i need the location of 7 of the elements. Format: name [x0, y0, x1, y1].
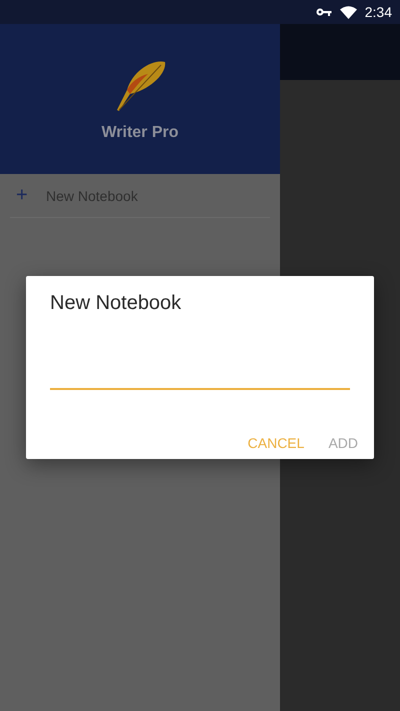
dialog-title: New Notebook: [50, 292, 182, 316]
cancel-button[interactable]: CANCEL: [240, 427, 312, 459]
clock-time: 2:34: [364, 4, 392, 20]
plus-icon: +: [10, 184, 46, 207]
key-icon: [316, 7, 332, 17]
wifi-icon: [340, 6, 357, 18]
app-name: Writer Pro: [101, 124, 179, 142]
